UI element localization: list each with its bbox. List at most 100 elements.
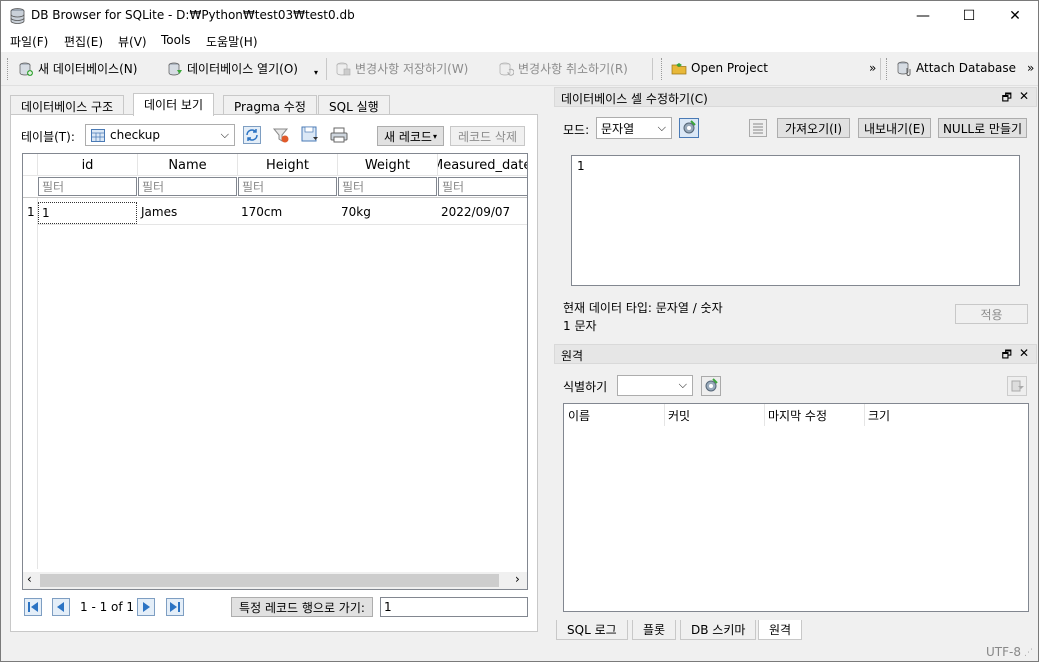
maximize-icon: ☐: [962, 7, 976, 24]
main-toolbar: 새 데이터베이스(N) 데이터베이스 열기(O) ▾ 변경사항 저장하기(W) …: [1, 52, 1038, 86]
refresh-icon: [243, 126, 261, 144]
revert-changes-button[interactable]: 변경사항 취소하기(R): [498, 60, 628, 77]
scroll-right-icon[interactable]: ›: [515, 572, 520, 586]
remote-column-last-modified[interactable]: 마지막 수정: [768, 407, 827, 424]
menu-view[interactable]: 뷰(V): [118, 33, 147, 50]
filter-input-name[interactable]: 필터: [138, 177, 237, 196]
delete-record-button[interactable]: 레코드 삭제: [450, 126, 525, 146]
apply-label: 적용: [980, 307, 1003, 322]
save-table-button[interactable]: [299, 124, 321, 146]
write-changes-icon: [336, 62, 351, 75]
open-database-dropdown-icon[interactable]: ▾: [314, 68, 318, 77]
corner-header[interactable]: [23, 154, 38, 176]
last-record-button[interactable]: [164, 596, 186, 618]
tab-sql-log[interactable]: SQL 로그: [556, 620, 628, 640]
goto-record-button[interactable]: 특정 레코드 행으로 가기:: [231, 597, 373, 617]
remote-tree-view[interactable]: 이름 커밋 마지막 수정 크기: [563, 403, 1029, 612]
refresh-button[interactable]: [241, 124, 263, 146]
tab-remote[interactable]: 원격: [758, 620, 803, 640]
attach-database-button[interactable]: Attach Database: [896, 60, 1016, 76]
column-header-name[interactable]: Name: [138, 154, 238, 176]
column-header-measured-date[interactable]: Measured_date: [438, 154, 527, 176]
filter-input-measured-date[interactable]: 필터: [438, 177, 527, 196]
apply-button[interactable]: 적용: [955, 304, 1028, 324]
open-database-button[interactable]: 데이터베이스 열기(O): [167, 60, 298, 77]
goto-record-input[interactable]: 1: [380, 597, 528, 617]
float-dock-icon[interactable]: 🗗: [1002, 346, 1012, 365]
print-button[interactable]: [328, 124, 350, 146]
new-database-button[interactable]: 새 데이터베이스(N): [18, 60, 137, 77]
table-cell-measured-date[interactable]: 2022/09/07: [438, 202, 527, 224]
remote-column-commit[interactable]: 커밋: [668, 407, 690, 424]
db-browser-app-icon: [10, 8, 25, 24]
previous-record-button[interactable]: [50, 596, 72, 618]
table-cell-id[interactable]: 1: [38, 202, 137, 224]
write-changes-button[interactable]: 변경사항 저장하기(W): [335, 60, 468, 77]
menu-help[interactable]: 도움말(H): [206, 33, 258, 50]
row-header[interactable]: 1: [23, 202, 38, 224]
export-label: 내보내기(E): [863, 121, 926, 136]
minimize-button[interactable]: —: [900, 1, 946, 30]
table-cell-weight[interactable]: 70kg: [338, 202, 438, 224]
filter-input-height[interactable]: 필터: [238, 177, 337, 196]
tab-edit-pragmas[interactable]: Pragma 수정: [223, 95, 317, 115]
toolbar-grip[interactable]: [886, 58, 889, 80]
menu-tools[interactable]: Tools: [161, 33, 191, 47]
filter-input-weight[interactable]: 필터: [338, 177, 437, 196]
toolbar-more-icon[interactable]: »: [869, 61, 876, 75]
table-cell-height[interactable]: 170cm: [238, 202, 338, 224]
identity-settings-button[interactable]: [700, 375, 722, 397]
float-dock-icon[interactable]: 🗗: [1002, 89, 1012, 108]
identity-select[interactable]: ⌵: [617, 375, 693, 396]
auto-switch-mode-button[interactable]: [678, 117, 700, 139]
menu-edit[interactable]: 편집(E): [64, 33, 103, 50]
window-title: DB Browser for SQLite - D:₩Python₩test03…: [31, 8, 355, 22]
tab-db-schema[interactable]: DB 스키마: [680, 620, 757, 640]
push-database-button[interactable]: [1006, 375, 1028, 397]
column-header-height[interactable]: Height: [238, 154, 338, 176]
next-record-button[interactable]: [135, 596, 157, 618]
revert-changes-icon: [499, 62, 514, 76]
goto-record-value: 1: [384, 600, 392, 614]
toolbar-more-icon-2[interactable]: »: [1027, 61, 1034, 75]
menu-file[interactable]: 파일(F): [10, 33, 48, 50]
remote-column-size[interactable]: 크기: [868, 407, 890, 424]
tab-db-structure[interactable]: 데이터베이스 구조: [10, 95, 125, 115]
column-header-id[interactable]: id: [38, 154, 138, 176]
toolbar-separator: [326, 58, 327, 80]
remote-column-name[interactable]: 이름: [568, 407, 590, 424]
clear-filters-button[interactable]: [270, 124, 292, 146]
close-dock-icon[interactable]: ✕: [1019, 346, 1029, 360]
new-database-icon: [19, 62, 33, 76]
remote-dock-title: 원격 🗗 ✕: [554, 344, 1037, 364]
horizontal-scrollbar[interactable]: ‹ ›: [23, 572, 527, 589]
tab-db-structure-label: 데이터베이스 구조: [21, 100, 114, 114]
tab-browse-data[interactable]: 데이터 보기: [133, 93, 215, 116]
filter-input-id[interactable]: 필터: [38, 177, 137, 196]
data-type-info: 현재 데이터 타입: 문자열 / 숫자: [563, 301, 723, 315]
import-button[interactable]: 가져오기(I): [777, 118, 850, 138]
first-record-button[interactable]: [22, 596, 44, 618]
resize-grip-icon[interactable]: ⋰: [1024, 648, 1033, 658]
last-page-icon: [166, 598, 184, 616]
word-wrap-button[interactable]: [747, 117, 769, 139]
open-project-button[interactable]: Open Project: [671, 60, 768, 76]
close-button[interactable]: ✕: [992, 1, 1038, 30]
tab-execute-sql[interactable]: SQL 실행: [318, 95, 390, 115]
table-select[interactable]: checkup ⌵: [85, 124, 235, 146]
toolbar-grip[interactable]: [661, 58, 664, 80]
table-cell-name[interactable]: James: [138, 202, 238, 224]
cell-value-editor[interactable]: 1: [571, 155, 1020, 286]
maximize-button[interactable]: ☐: [946, 1, 992, 30]
set-null-button[interactable]: NULL로 만들기: [938, 118, 1027, 138]
close-dock-icon[interactable]: ✕: [1019, 89, 1029, 103]
toolbar-grip[interactable]: [7, 58, 10, 80]
column-header-weight[interactable]: Weight: [338, 154, 438, 176]
new-record-button[interactable]: 새 레코드 ▾: [377, 126, 444, 146]
mode-select[interactable]: 문자열 ⌵: [596, 117, 672, 139]
scroll-left-icon[interactable]: ‹: [27, 572, 32, 586]
scrollbar-thumb[interactable]: [40, 574, 499, 587]
export-button[interactable]: 내보내기(E): [858, 118, 931, 138]
tab-plot[interactable]: 플롯: [632, 620, 677, 640]
open-project-label: Open Project: [691, 61, 768, 75]
